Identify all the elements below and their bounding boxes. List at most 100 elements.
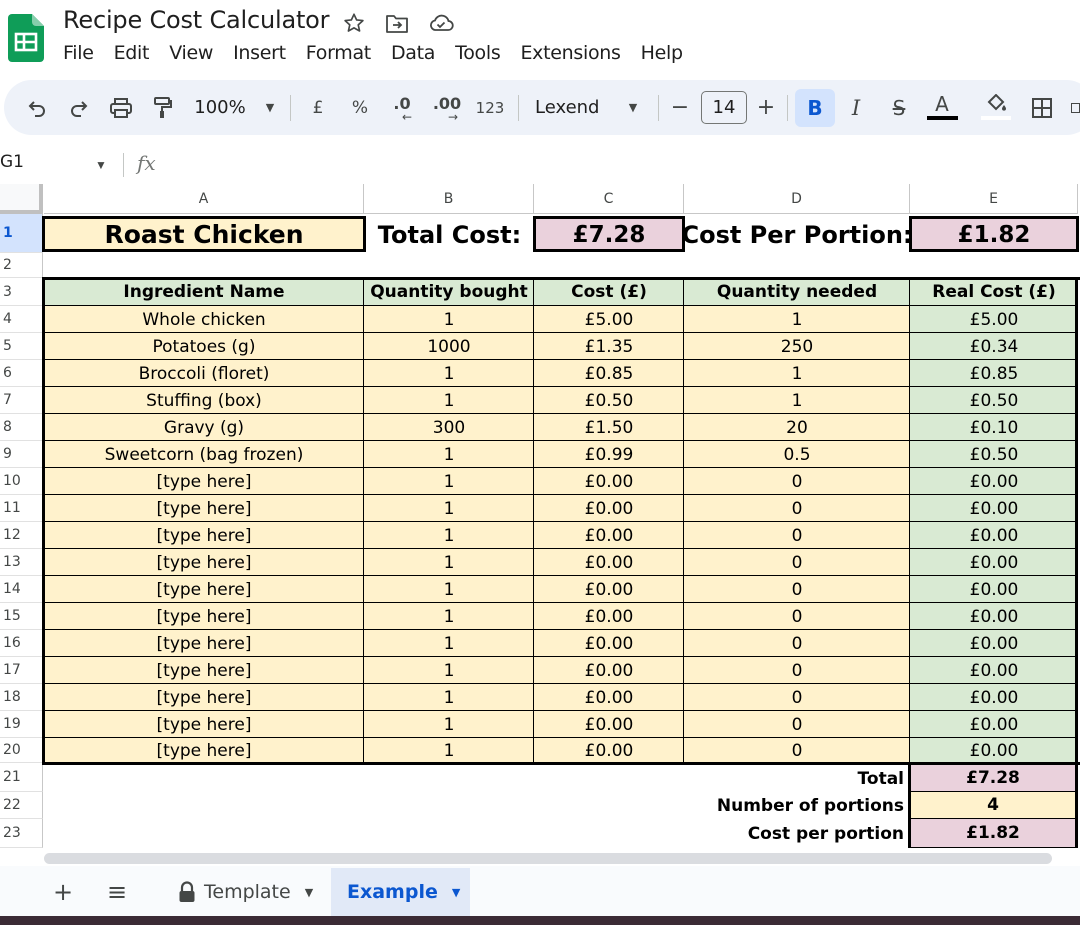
summary-label[interactable]: Cost per portion xyxy=(684,819,906,848)
menu-view[interactable]: View xyxy=(159,40,223,68)
recipe-name-cell[interactable]: Roast Chicken xyxy=(44,218,364,251)
table-cell[interactable]: £5.00 xyxy=(534,306,684,333)
table-cell[interactable]: 1 xyxy=(364,576,534,603)
table-header-cell[interactable]: Quantity needed xyxy=(684,278,910,306)
summary-value[interactable]: 4 xyxy=(911,792,1075,818)
table-cell[interactable]: 1 xyxy=(684,387,910,414)
table-cell[interactable]: Sweetcorn (bag frozen) xyxy=(44,441,364,468)
table-cell[interactable]: [type here] xyxy=(44,549,364,576)
table-cell[interactable]: 1 xyxy=(684,360,910,387)
table-cell[interactable]: 1 xyxy=(364,711,534,738)
table-cell[interactable]: £0.00 xyxy=(910,549,1078,576)
table-cell[interactable]: £0.00 xyxy=(534,522,684,549)
table-cell[interactable]: 0 xyxy=(684,657,910,684)
zoom-caret-icon[interactable]: ▼ xyxy=(262,80,278,135)
add-sheet-button[interactable]: + xyxy=(52,868,74,916)
column-header-d[interactable]: D xyxy=(684,184,910,214)
table-cell[interactable]: £0.00 xyxy=(910,657,1078,684)
menu-insert[interactable]: Insert xyxy=(223,40,296,68)
table-cell[interactable]: 0 xyxy=(684,549,910,576)
zoom-select[interactable]: 100% xyxy=(190,80,250,135)
table-cell[interactable]: £0.00 xyxy=(534,468,684,495)
table-header-cell[interactable]: Cost (£) xyxy=(534,278,684,306)
row-header-8[interactable]: 8 xyxy=(0,414,43,441)
table-cell[interactable]: 1000 xyxy=(364,333,534,360)
merge-cells-icon[interactable] xyxy=(1070,80,1080,135)
cloud-saved-icon[interactable] xyxy=(428,10,454,36)
table-cell[interactable]: £0.50 xyxy=(534,387,684,414)
menu-help[interactable]: Help xyxy=(631,40,693,68)
table-cell[interactable]: Stuffing (box) xyxy=(44,387,364,414)
table-cell[interactable]: £0.00 xyxy=(910,603,1078,630)
table-cell[interactable]: 1 xyxy=(364,441,534,468)
table-cell[interactable]: £0.00 xyxy=(534,549,684,576)
table-cell[interactable]: £0.00 xyxy=(534,684,684,711)
table-cell[interactable]: £5.00 xyxy=(910,306,1078,333)
table-cell[interactable]: 0 xyxy=(684,603,910,630)
table-cell[interactable]: [type here] xyxy=(44,576,364,603)
table-cell[interactable]: 0.5 xyxy=(684,441,910,468)
table-cell[interactable]: Broccoli (floret) xyxy=(44,360,364,387)
font-family-select[interactable]: Lexend xyxy=(535,80,605,135)
row-header-14[interactable]: 14 xyxy=(0,576,43,603)
print-icon[interactable] xyxy=(106,80,136,135)
table-cell[interactable]: 1 xyxy=(364,657,534,684)
table-cell[interactable]: 0 xyxy=(684,630,910,657)
row-header-6[interactable]: 6 xyxy=(0,360,43,387)
summary-label[interactable]: Total xyxy=(684,765,906,792)
table-cell[interactable]: £0.00 xyxy=(910,711,1078,738)
total-cost-value[interactable]: £7.28 xyxy=(535,218,683,251)
row-header-11[interactable]: 11 xyxy=(0,495,43,522)
sheets-logo-icon[interactable] xyxy=(8,14,44,62)
row-header-7[interactable]: 7 xyxy=(0,387,43,414)
table-cell[interactable]: £0.00 xyxy=(534,630,684,657)
row-header-10[interactable]: 10 xyxy=(0,468,43,495)
table-cell[interactable]: 0 xyxy=(684,711,910,738)
table-cell[interactable]: [type here] xyxy=(44,630,364,657)
row-header-2[interactable]: 2 xyxy=(0,253,43,278)
table-cell[interactable]: £0.00 xyxy=(910,495,1078,522)
table-cell[interactable]: £0.85 xyxy=(534,360,684,387)
table-cell[interactable]: 1 xyxy=(364,738,534,763)
table-cell[interactable]: 1 xyxy=(364,360,534,387)
row-header-17[interactable]: 17 xyxy=(0,657,43,684)
decrease-font-size-button[interactable]: − xyxy=(669,80,691,135)
cost-per-portion-value[interactable]: £1.82 xyxy=(911,218,1077,251)
table-cell[interactable]: £0.34 xyxy=(910,333,1078,360)
tab-caret-icon[interactable]: ▼ xyxy=(452,886,460,899)
font-caret-icon[interactable]: ▼ xyxy=(625,80,641,135)
undo-icon[interactable] xyxy=(22,80,52,135)
table-cell[interactable]: [type here] xyxy=(44,468,364,495)
column-header-c[interactable]: C xyxy=(534,184,684,214)
star-icon[interactable] xyxy=(341,10,367,36)
table-cell[interactable]: 0 xyxy=(684,468,910,495)
table-cell[interactable]: [type here] xyxy=(44,603,364,630)
fill-color-icon[interactable] xyxy=(981,76,1011,131)
select-all-corner[interactable] xyxy=(0,184,43,214)
column-header-a[interactable]: A xyxy=(44,184,364,214)
percent-format-button[interactable]: % xyxy=(347,80,373,135)
row-header-23[interactable]: 23 xyxy=(0,819,43,848)
row-header-13[interactable]: 13 xyxy=(0,549,43,576)
total-cost-label[interactable]: Total Cost: xyxy=(366,218,533,251)
table-cell[interactable]: 1 xyxy=(364,522,534,549)
table-cell[interactable]: £0.10 xyxy=(910,414,1078,441)
table-cell[interactable]: 1 xyxy=(364,468,534,495)
table-cell[interactable]: 0 xyxy=(684,495,910,522)
table-cell[interactable]: 1 xyxy=(364,630,534,657)
table-cell[interactable]: 300 xyxy=(364,414,534,441)
column-header-e[interactable]: E xyxy=(910,184,1078,214)
table-cell[interactable]: Gravy (g) xyxy=(44,414,364,441)
table-cell[interactable]: 0 xyxy=(684,576,910,603)
table-header-cell[interactable]: Real Cost (£) xyxy=(910,278,1078,306)
table-cell[interactable]: [type here] xyxy=(44,657,364,684)
table-cell[interactable]: Potatoes (g) xyxy=(44,333,364,360)
table-cell[interactable]: 1 xyxy=(364,306,534,333)
row-header-1[interactable]: 1 xyxy=(0,214,43,253)
table-cell[interactable]: [type here] xyxy=(44,522,364,549)
table-cell[interactable]: 1 xyxy=(364,495,534,522)
tab-caret-icon[interactable]: ▼ xyxy=(305,886,313,899)
table-cell[interactable]: 1 xyxy=(364,549,534,576)
table-cell[interactable]: 1 xyxy=(364,684,534,711)
borders-icon[interactable] xyxy=(1029,80,1055,135)
